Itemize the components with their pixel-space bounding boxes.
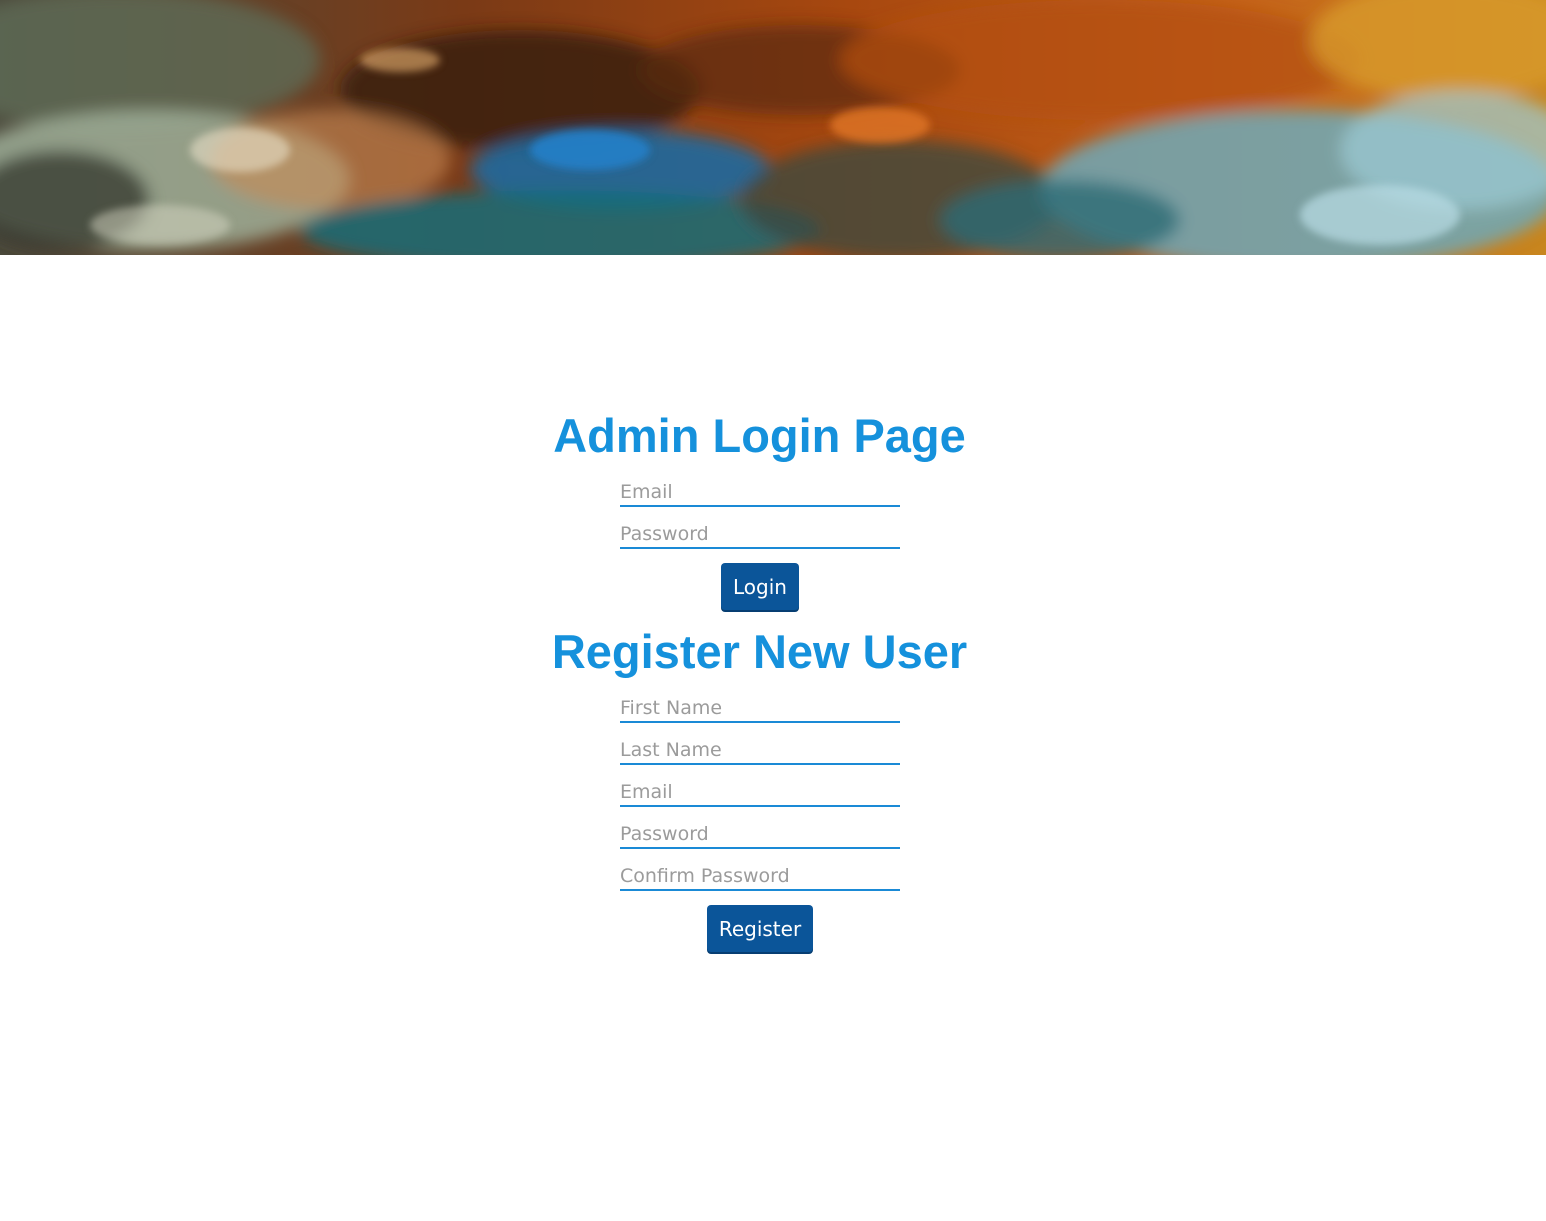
first-name-field[interactable] — [620, 695, 900, 723]
login-email-field[interactable] — [620, 479, 900, 507]
last-name-field[interactable] — [620, 737, 900, 765]
login-button[interactable]: Login — [721, 563, 799, 610]
confirm-password-field[interactable] — [620, 863, 900, 891]
login-password-field[interactable] — [620, 521, 900, 549]
banner-image — [0, 0, 1546, 255]
register-password-field[interactable] — [620, 821, 900, 849]
main-content: Admin Login Page Login Register New User… — [0, 255, 1546, 1221]
login-title: Admin Login Page — [553, 409, 966, 462]
register-email-field[interactable] — [620, 779, 900, 807]
register-button[interactable]: Register — [707, 905, 813, 952]
register-title: Register New User — [551, 625, 968, 678]
